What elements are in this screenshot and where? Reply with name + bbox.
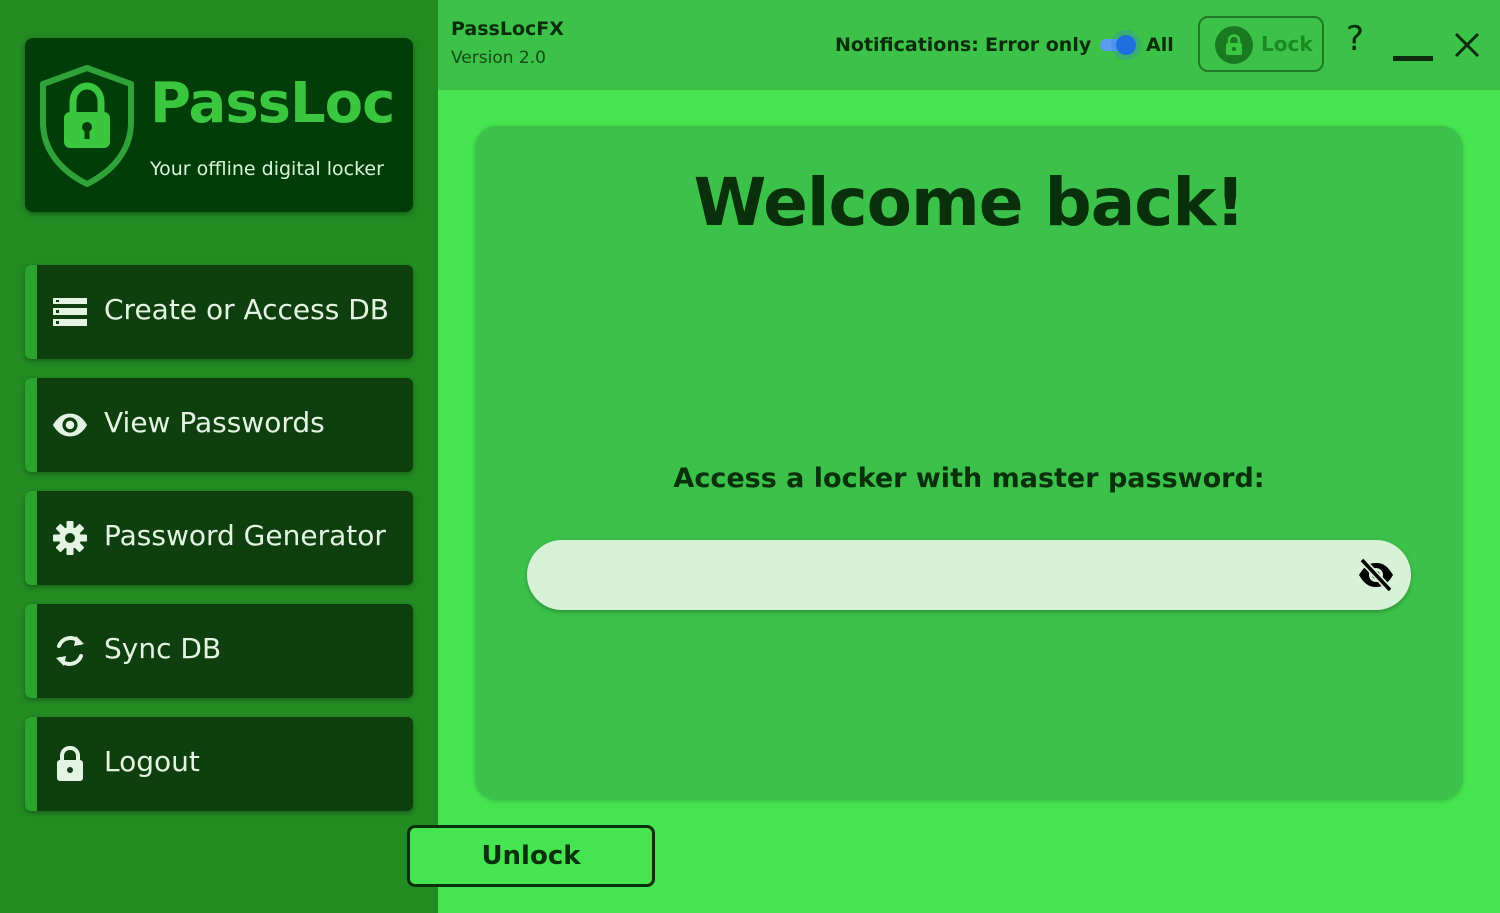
unlock-button[interactable]: Unlock [407,825,655,887]
eye-icon [52,407,88,443]
brand-card: PassLoc Your offline digital locker [25,38,413,212]
sidebar-item-password-generator[interactable]: Password Generator [25,491,413,585]
brand-name: PassLoc [150,71,395,136]
lock-button-label: Lock [1261,32,1313,56]
sidebar-item-label: Logout [104,745,200,778]
master-password-field [527,540,1411,610]
sidebar-item-label: Sync DB [104,632,222,665]
master-password-input[interactable] [557,552,1341,600]
notifications-label: Notifications: [835,34,979,56]
gear-icon [52,520,88,556]
sidebar: PassLoc Your offline digital locker Crea… [0,0,438,913]
sidebar-item-label: View Passwords [104,406,325,439]
database-icon [52,294,88,330]
nav-accent-bar [25,717,37,811]
sidebar-item-create-or-access-db[interactable]: Create or Access DB [25,265,413,359]
title-bar: PassLocFX Version 2.0 Notifications: Err… [438,0,1500,90]
notifications-error-only-label: Error only [985,34,1092,56]
help-button[interactable]: ? [1346,22,1364,56]
notifications-toggle[interactable] [1098,34,1138,56]
lock-button[interactable]: Lock [1198,16,1324,72]
toggle-knob [1116,35,1136,55]
login-card: Welcome back! Access a locker with maste… [475,126,1463,800]
access-locker-label: Access a locker with master password: [673,463,1265,494]
sidebar-item-view-passwords[interactable]: View Passwords [25,378,413,472]
nav-accent-bar [25,378,37,472]
sidebar-item-label: Create or Access DB [104,293,390,326]
nav-accent-bar [25,604,37,698]
shield-lock-icon [40,65,134,187]
sidebar-item-sync-db[interactable]: Sync DB [25,604,413,698]
lock-icon [52,746,88,782]
sidebar-item-label: Password Generator [104,519,386,552]
app-window: PassLoc Your offline digital locker Crea… [0,0,1500,913]
eye-slash-icon[interactable] [1357,557,1395,593]
sync-icon [52,633,88,669]
app-title: PassLocFX [451,18,564,40]
lock-icon [1215,26,1253,64]
app-version: Version 2.0 [451,48,546,68]
main-area: PassLocFX Version 2.0 Notifications: Err… [438,0,1500,913]
nav-accent-bar [25,491,37,585]
welcome-heading: Welcome back! [693,164,1246,241]
brand-tagline: Your offline digital locker [150,158,384,180]
minimize-button[interactable] [1393,56,1433,61]
close-icon[interactable] [1452,30,1482,60]
notifications-all-label: All [1146,34,1174,56]
sidebar-item-logout[interactable]: Logout [25,717,413,811]
nav-accent-bar [25,265,37,359]
